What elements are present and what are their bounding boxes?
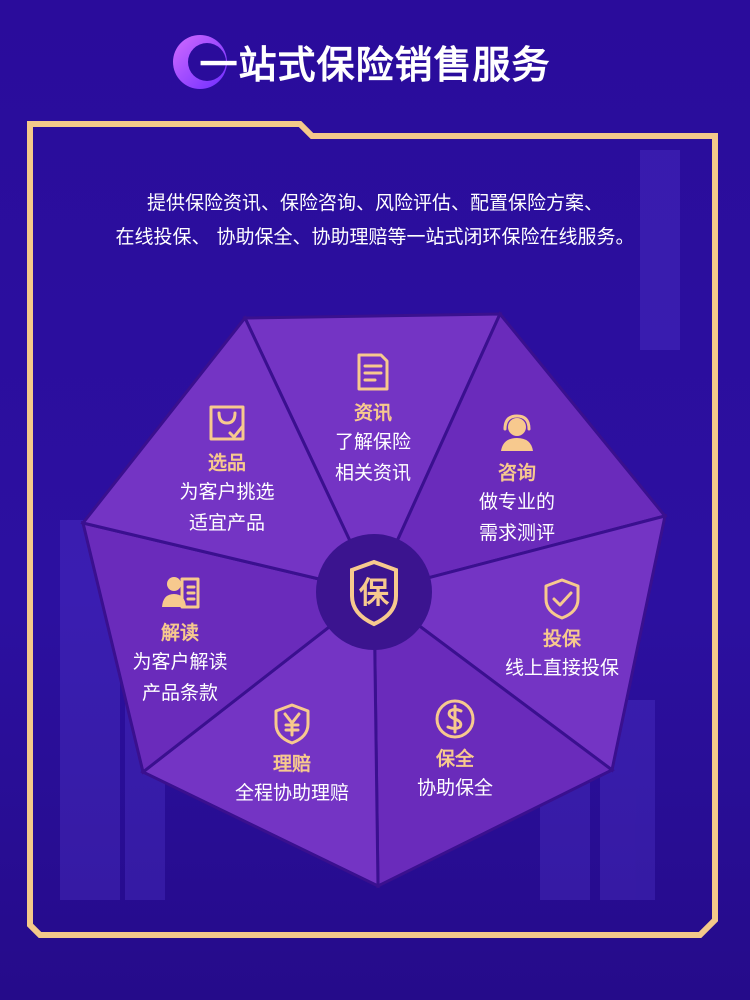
- segment-toubao-content: 投保 线上直接投保: [477, 577, 647, 684]
- segment-title: 保全: [435, 747, 474, 770]
- segment-desc-line: 全程协助理赔: [234, 781, 349, 804]
- shopping-bag-icon: [209, 405, 245, 441]
- segment-title: 解读: [160, 622, 199, 644]
- segment-zixun2-content: 咨询做专业的需求测评: [432, 411, 602, 549]
- segment-desc-line: 线上直接投保: [504, 656, 619, 679]
- segment-title: 选品: [207, 452, 246, 474]
- shield-check-icon: [544, 578, 580, 619]
- center-label: 保: [359, 576, 390, 611]
- document-icon: [357, 353, 389, 391]
- segment-jiedu-content: 解读为客户解读产品条款: [95, 571, 265, 709]
- dollar-coin-icon: [435, 699, 475, 738]
- segment-title: 咨询: [497, 462, 536, 484]
- segment-desc-line: 做专业的: [478, 491, 555, 513]
- segment-lipei-content: 理赔 全程协助理赔: [207, 702, 377, 809]
- segment-desc-line: 产品条款: [141, 682, 218, 704]
- segment-desc-line: 协助保全: [416, 776, 493, 799]
- user-card-icon: [162, 577, 200, 609]
- page: 一站式保险销售服务 提供保险资讯、保险咨询、风险评估、配置保险方案、 在线投保、…: [0, 0, 750, 1000]
- segment-xuanpin-content: 选品为客户挑选适宜产品: [142, 401, 312, 539]
- segment-desc-line: 为客户挑选: [179, 481, 275, 503]
- segment-desc-line: 适宜产品: [188, 512, 265, 534]
- service-heptagon: 保: [80, 311, 668, 889]
- segment-title: 投保: [542, 627, 581, 650]
- segment-desc-line: 为客户解读: [132, 651, 228, 673]
- segment-desc-line: 需求测评: [478, 522, 555, 544]
- segment-baoquan-content: 保全 协助保全: [370, 697, 540, 804]
- yen-shield-icon: [274, 703, 310, 744]
- segment-title: 理赔: [272, 752, 311, 775]
- customer-service-icon: [501, 414, 533, 451]
